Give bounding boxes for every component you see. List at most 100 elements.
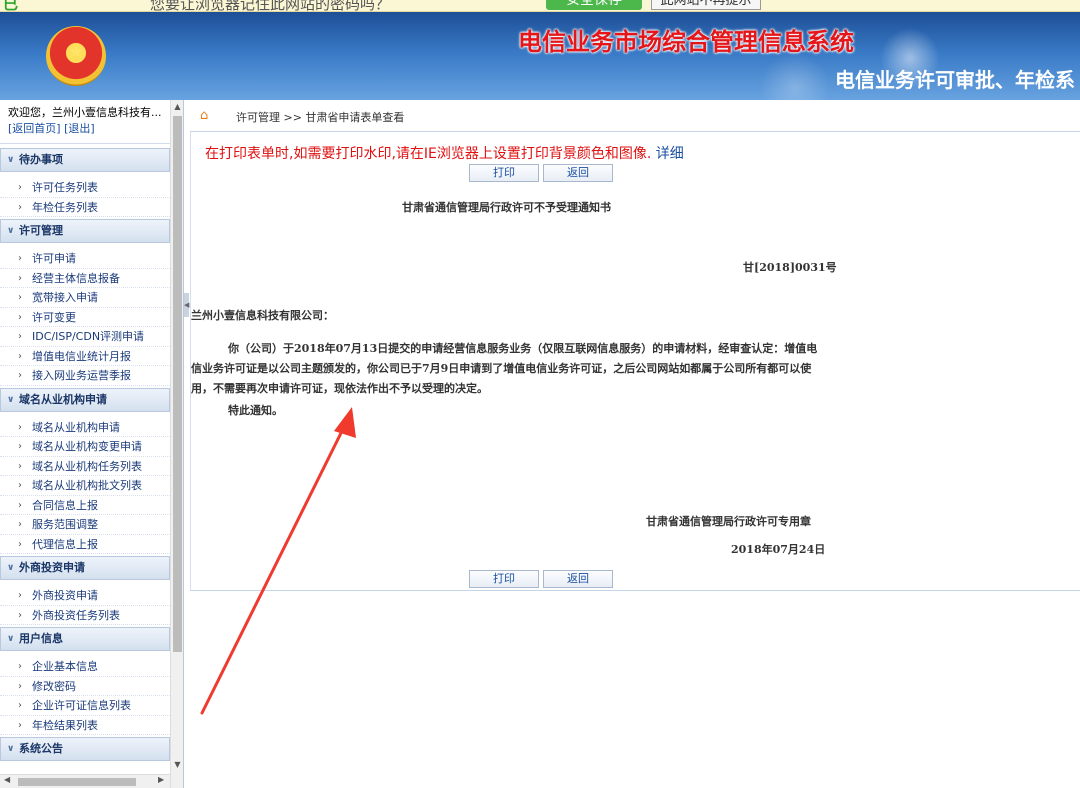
- sidebar-item[interactable]: › 代理信息上报: [0, 535, 170, 554]
- sidebar-item[interactable]: › 外商投资申请: [0, 586, 170, 606]
- site-header: ★ 电信业务市场综合管理信息系统 电信业务许可审批、年检系: [0, 12, 1080, 100]
- chevron-down-icon: ∨: [7, 744, 15, 754]
- scrollbar-thumb[interactable]: [173, 116, 182, 652]
- sidebar-item-label: 域名从业机构任务列表: [32, 459, 142, 473]
- sidebar-item-label: 企业基本信息: [32, 660, 98, 673]
- print-notice: 在打印表单时,如需要打印水印,请在IE浏览器上设置打印背景颜色和图像. 详细: [205, 143, 684, 163]
- sidebar-collapse-handle[interactable]: ◀: [184, 293, 189, 317]
- sidebar-group[interactable]: ∨ 系统公告: [0, 737, 170, 761]
- sidebar-item-label: 接入网业务运营季报: [32, 369, 131, 382]
- sidebar-item[interactable]: › 外商投资任务列表: [0, 606, 170, 625]
- sidebar-group[interactable]: ∨ 许可管理: [0, 219, 170, 243]
- chevron-right-icon: ›: [18, 350, 22, 362]
- back-button-bottom[interactable]: 返回: [543, 570, 613, 588]
- document-title: 甘肃省通信管理局行政许可不予受理通知书: [402, 201, 611, 214]
- sidebar-item[interactable]: › 宽带接入申请: [0, 288, 170, 308]
- issuer-seal-line: 甘肃省通信管理局行政许可专用章: [646, 515, 811, 528]
- chevron-right-icon: ›: [18, 272, 22, 284]
- back-button-top[interactable]: 返回: [543, 164, 613, 182]
- safe-save-button[interactable]: 安全保存: [546, 0, 642, 10]
- chevron-right-icon: ›: [18, 499, 22, 511]
- sidebar-item-label: 许可变更: [32, 310, 76, 324]
- sidebar-item-label: 年检结果列表: [32, 718, 98, 732]
- document-date: 2018年07月24日: [731, 543, 826, 556]
- sidebar-item[interactable]: › 企业基本信息: [0, 657, 170, 677]
- sidebar-item-label: 合同信息上报: [32, 498, 98, 512]
- sidebar-group-title: 待办事项: [19, 153, 63, 166]
- sidebar-item-label: 代理信息上报: [32, 537, 98, 551]
- sidebar-menu: ∨ 待办事项 › 许可任务列表 › 年检任务列表 ∨ 许可管理 › 许可申请 › 经营主体信息报备 › 宽…: [0, 146, 170, 763]
- sidebar-group[interactable]: ∨ 用户信息: [0, 627, 170, 651]
- document-recipient: 兰州小壹信息科技有限公司：: [191, 309, 334, 322]
- welcome-text: 欢迎您，兰州小壹信息科技有...: [8, 106, 162, 119]
- document-number: 甘[2018]0031号: [743, 261, 837, 274]
- scroll-left-icon[interactable]: ◀: [4, 775, 10, 784]
- sidebar-item[interactable]: › 接入网业务运营季报: [0, 366, 170, 386]
- sidebar-item-label: 许可任务列表: [32, 181, 98, 194]
- chevron-right-icon: ›: [18, 253, 22, 264]
- user-panel: 欢迎您，兰州小壹信息科技有... [返回首页] [退出]: [0, 100, 170, 144]
- sidebar-item-label: IDC/ISP/CDN评测申请: [32, 330, 145, 343]
- sidebar-item[interactable]: › 企业许可证信息列表: [0, 696, 170, 716]
- document-body: 你（公司）于2018年07月13日提交的申请经营信息服务业务（仅限互联网信息服务…: [191, 342, 818, 395]
- sidebar-group-title: 域名从业机构申请: [19, 392, 107, 406]
- sidebar-item[interactable]: › 许可任务列表: [0, 178, 170, 198]
- logout-link[interactable]: [退出]: [64, 122, 95, 135]
- home-icon[interactable]: ⌂: [200, 108, 208, 123]
- sidebar-scrollbar[interactable]: ▲ ▼: [170, 100, 183, 788]
- chevron-down-icon: ∨: [7, 226, 15, 236]
- sidebar-item[interactable]: › 域名从业机构变更申请: [0, 437, 170, 457]
- chevron-right-icon: ›: [18, 441, 22, 452]
- print-button-bottom[interactable]: 打印: [469, 570, 539, 588]
- breadcrumb: 许可管理 >> 甘肃省申请表单查看: [236, 111, 405, 124]
- sidebar-group-title: 外商投资申请: [19, 561, 85, 574]
- sidebar-item[interactable]: › 许可申请: [0, 249, 170, 269]
- chevron-right-icon: ›: [18, 421, 22, 433]
- no-prompt-button[interactable]: 此网站不再提示: [651, 0, 761, 10]
- home-link[interactable]: [返回首页]: [8, 122, 61, 135]
- chevron-down-icon: ∨: [7, 634, 15, 644]
- sidebar-item[interactable]: › 年检任务列表: [0, 198, 170, 217]
- sidebar-group[interactable]: ∨ 外商投资申请: [0, 556, 170, 580]
- sidebar-item-label: 外商投资申请: [32, 589, 98, 602]
- print-button-top[interactable]: 打印: [469, 164, 539, 182]
- sidebar-item[interactable]: › 修改密码: [0, 677, 170, 696]
- chevron-right-icon: ›: [18, 182, 22, 193]
- sidebar-item[interactable]: › 域名从业机构申请: [0, 418, 170, 437]
- chevron-right-icon: ›: [18, 201, 22, 213]
- scroll-up-icon[interactable]: ▲: [171, 102, 184, 116]
- chevron-right-icon: ›: [18, 331, 22, 342]
- sidebar-item[interactable]: › 服务范围调整: [0, 515, 170, 535]
- sidebar-item[interactable]: › 域名从业机构任务列表: [0, 457, 170, 476]
- chevron-right-icon: ›: [18, 460, 22, 472]
- sidebar-group[interactable]: ∨ 域名从业机构申请: [0, 387, 170, 412]
- sidebar-item[interactable]: › IDC/ISP/CDN评测申请: [0, 327, 170, 347]
- sidebar-item-label: 年检任务列表: [32, 200, 98, 214]
- chevron-right-icon: ›: [18, 370, 22, 381]
- sidebar-item[interactable]: › 经营主体信息报备: [0, 269, 170, 288]
- sidebar-group[interactable]: ∨ 待办事项: [0, 148, 170, 172]
- chevron-right-icon: ›: [18, 719, 22, 731]
- sidebar-item-label: 服务范围调整: [32, 518, 98, 531]
- sidebar-item[interactable]: › 增值电信业统计月报: [0, 347, 170, 366]
- sidebar-horizontal-scrollbar[interactable]: ◀ ▶: [0, 774, 170, 788]
- sidebar-item-label: 修改密码: [32, 679, 76, 693]
- print-notice-text: 在打印表单时,如需要打印水印,请在IE浏览器上设置打印背景颜色和图像.: [205, 146, 652, 162]
- sidebar-item-label: 企业许可证信息列表: [32, 699, 131, 712]
- sidebar-item[interactable]: › 域名从业机构批文列表: [0, 476, 170, 496]
- notice-detail-link[interactable]: 详细: [656, 146, 684, 162]
- chevron-down-icon: ∨: [7, 563, 15, 573]
- sidebar-item[interactable]: › 许可变更: [0, 308, 170, 327]
- sidebar-item[interactable]: › 合同信息上报: [0, 496, 170, 515]
- chevron-right-icon: ›: [18, 538, 22, 550]
- horizontal-scrollbar-thumb[interactable]: [18, 778, 136, 786]
- system-subtitle: 电信业务许可审批、年检系: [835, 68, 1075, 92]
- chevron-right-icon: ›: [18, 519, 22, 530]
- scroll-down-icon[interactable]: ▼: [171, 760, 184, 774]
- sidebar-item[interactable]: › 年检结果列表: [0, 716, 170, 735]
- scroll-right-icon[interactable]: ▶: [158, 775, 164, 784]
- header-decoration: [760, 52, 830, 100]
- sidebar-item-label: 域名从业机构申请: [32, 420, 120, 434]
- sidebar-item-label: 外商投资任务列表: [32, 608, 120, 622]
- chevron-right-icon: ›: [18, 700, 22, 711]
